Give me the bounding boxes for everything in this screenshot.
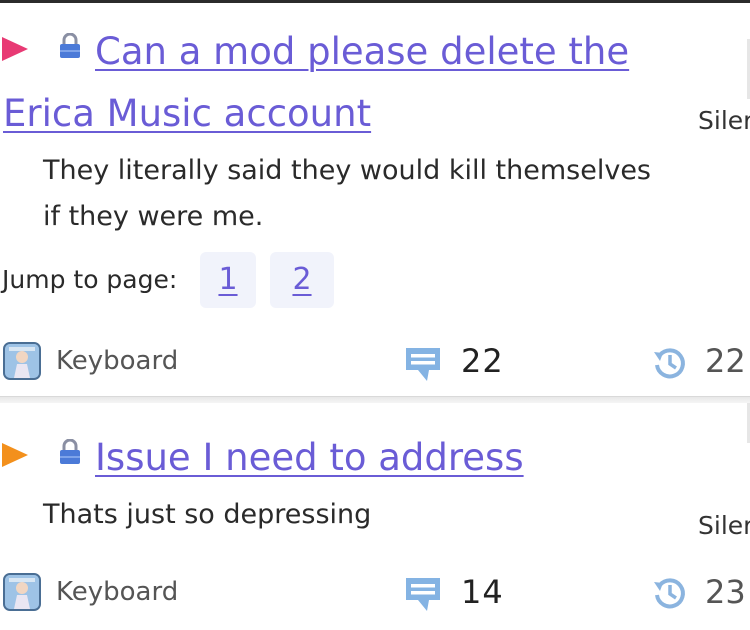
topic-excerpt-line1: Thats just so depressing — [43, 499, 372, 530]
topic-title-link-continued[interactable]: Erica Music account — [3, 83, 371, 145]
page-link-1[interactable]: 1 — [200, 252, 256, 308]
page-link-2[interactable]: 2 — [270, 252, 334, 308]
history-icon — [654, 578, 685, 609]
unread-flag-icon — [2, 37, 28, 61]
unread-flag-icon — [2, 443, 28, 467]
topic-title-link[interactable]: Can a mod please delete the — [95, 21, 629, 83]
comment-icon — [406, 578, 440, 611]
activity-count: 22 — [705, 342, 746, 380]
topic-card: Issue I need to address Thats just so de… — [0, 403, 750, 630]
jump-to-page-label: Jump to page: — [2, 265, 178, 294]
activity-count: 23 — [705, 573, 746, 611]
avatar[interactable] — [3, 342, 41, 380]
topic-card: Can a mod please delete the Erica Music … — [0, 3, 750, 398]
topic-title-link[interactable]: Issue I need to address — [95, 427, 524, 489]
author-name[interactable]: Keyboard — [56, 577, 178, 607]
lock-icon — [60, 439, 80, 464]
history-icon — [654, 348, 685, 379]
topic-excerpt-line2: if they were me. — [43, 201, 264, 232]
comment-icon — [406, 348, 440, 381]
author-name[interactable]: Keyboard — [56, 346, 178, 376]
reply-count: 22 — [461, 342, 504, 380]
avatar[interactable] — [3, 573, 41, 611]
topic-excerpt-line1: They literally said they would kill them… — [43, 155, 652, 186]
side-username[interactable]: Siler — [698, 511, 750, 540]
lock-icon — [60, 33, 80, 58]
side-username[interactable]: Siler — [698, 106, 750, 135]
reply-count: 14 — [461, 573, 504, 611]
